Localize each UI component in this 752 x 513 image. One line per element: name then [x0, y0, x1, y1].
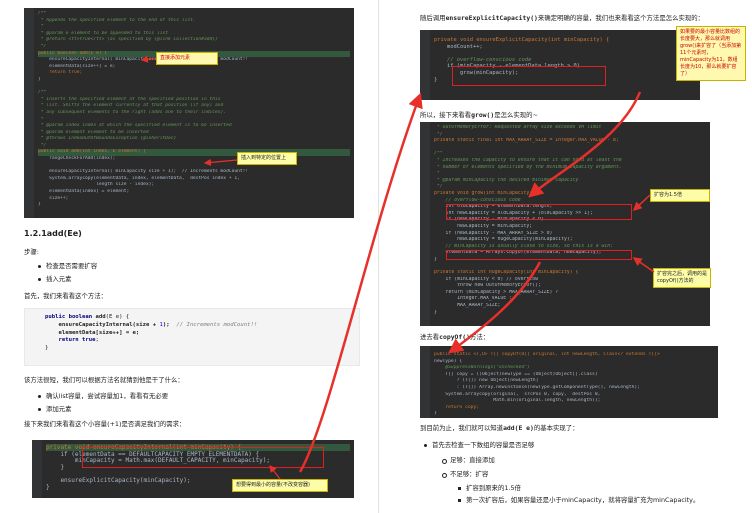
- annotation-arrows: [140, 55, 655, 480]
- arrow-note-grow15: [632, 194, 651, 212]
- arrow-note-min: [269, 465, 281, 480]
- arrow-grow-to-growmethod: [528, 91, 642, 198]
- arrow-note-insert: [203, 158, 238, 167]
- arrow-note-add: [140, 55, 157, 63]
- arrow-note-copyof: [632, 257, 655, 273]
- arrow-copyof-down: [447, 261, 542, 354]
- arrow-ensure-to-explicit: [298, 92, 423, 473]
